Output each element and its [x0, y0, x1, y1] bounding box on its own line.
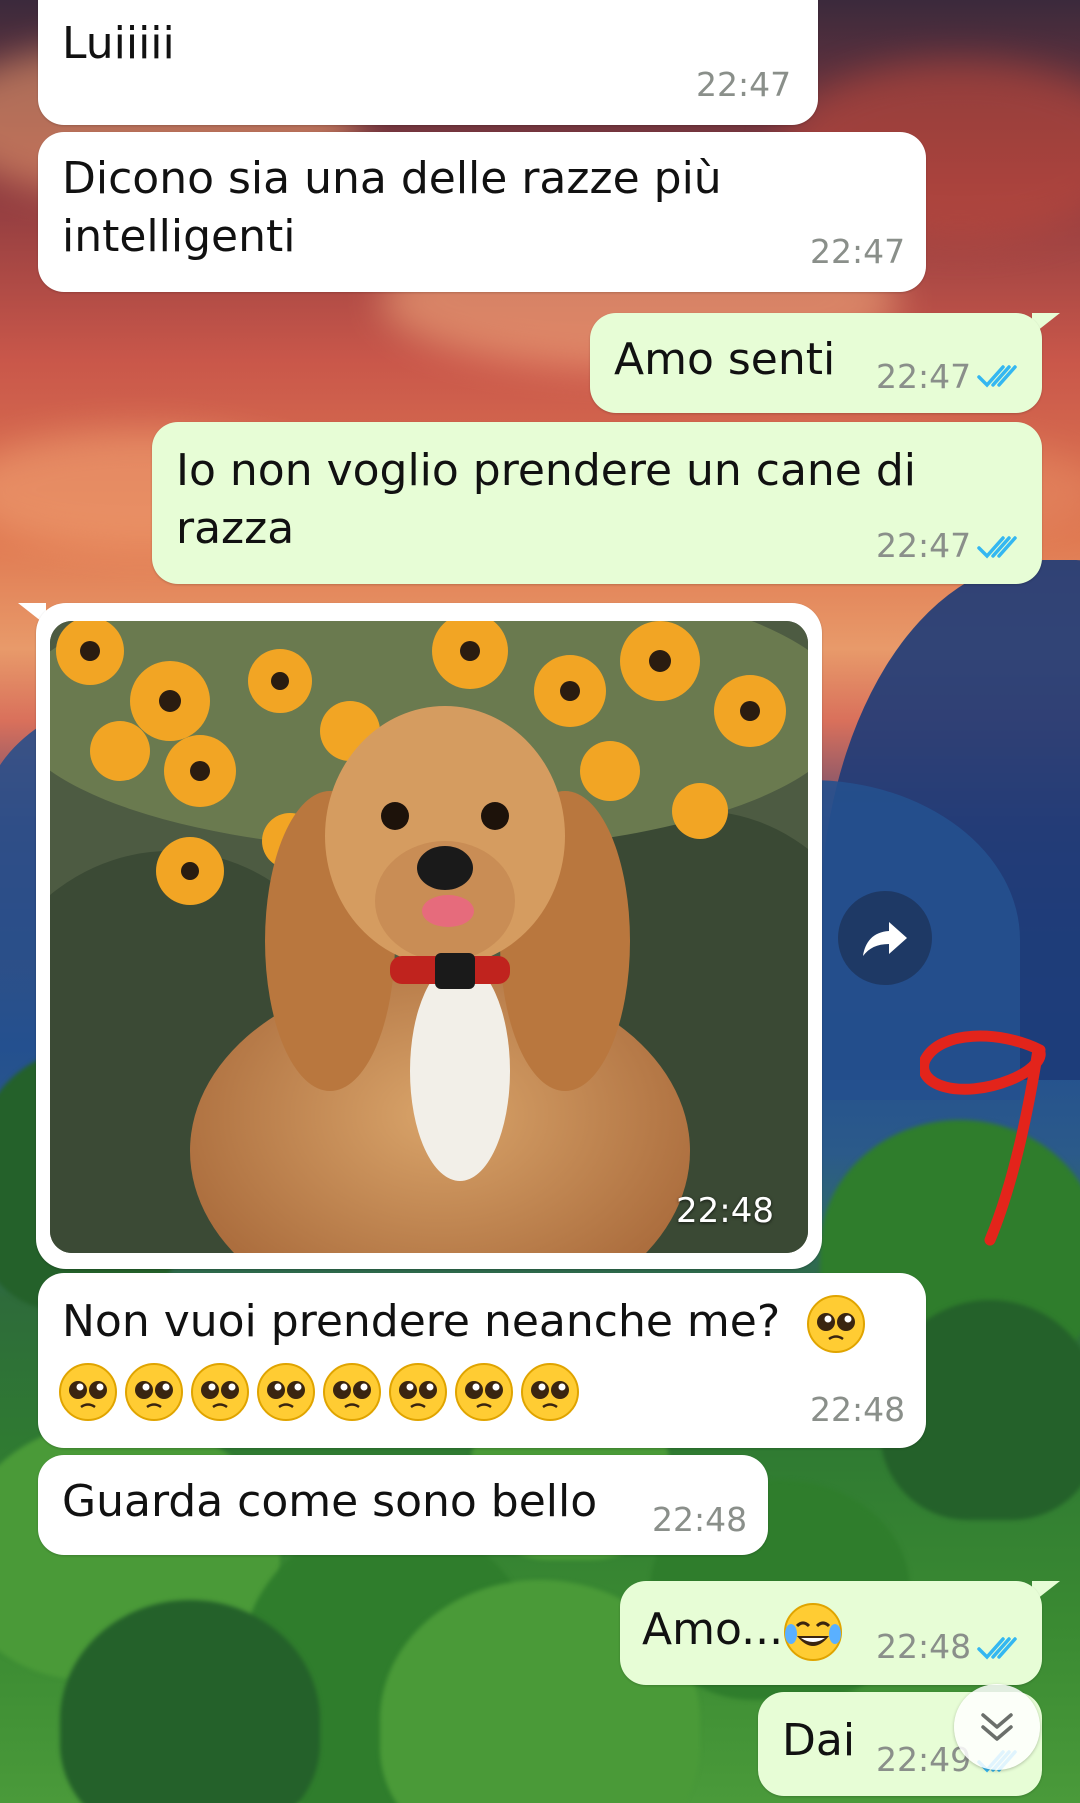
double-check-icon: [977, 365, 1017, 388]
image-message[interactable]: 22:48: [36, 603, 822, 1269]
message-text-content: Non vuoi prendere neanche me?: [62, 1296, 781, 1347]
message-timestamp: 22:47: [876, 526, 972, 565]
pleading-face-emoji: [389, 1363, 447, 1421]
double-check-icon: [977, 1637, 1017, 1660]
message-bubble-outgoing[interactable]: Amo... 22:48: [620, 1581, 1042, 1685]
message-bubble-incoming[interactable]: Luiiiii 22:47: [38, 0, 818, 125]
pleading-face-emoji: [455, 1363, 513, 1421]
message-text: Amo...: [642, 1601, 849, 1662]
dog-photo[interactable]: 22:48: [50, 621, 808, 1253]
message-timestamp: 22:49: [876, 1740, 972, 1779]
message-timestamp: 22:48: [652, 1500, 748, 1539]
message-text: Dicono sia una delle razze più: [62, 153, 722, 204]
message-bubble-outgoing[interactable]: Io non voglio prendere un cane di razza …: [152, 422, 1042, 584]
message-timestamp: 22:48: [810, 1390, 906, 1429]
message-text: Non vuoi prendere neanche me?: [62, 1293, 872, 1354]
message-text: intelligenti: [62, 211, 296, 262]
message-timestamp: 22:47: [696, 65, 792, 104]
message-timestamp: 22:47: [810, 232, 906, 271]
pleading-face-emoji: [807, 1295, 866, 1353]
forward-button[interactable]: [838, 891, 932, 985]
pleading-face-emoji: [191, 1363, 249, 1421]
message-timestamp: 22:48: [876, 1627, 972, 1666]
pleading-face-emoji: [125, 1363, 183, 1421]
pleading-face-emoji: [521, 1363, 579, 1421]
message-timestamp: 22:48: [676, 1191, 774, 1231]
pleading-face-emoji: [257, 1363, 315, 1421]
message-bubble-incoming[interactable]: Dicono sia una delle razze più intellige…: [38, 132, 926, 292]
annotation-nine: [920, 1030, 1046, 1246]
message-text: Luiiiii: [62, 18, 175, 69]
tears-of-joy-emoji: [784, 1603, 843, 1661]
message-text: Guarda come sono bello: [62, 1476, 598, 1527]
forward-arrow-icon: [863, 922, 907, 956]
message-timestamp: 22:47: [876, 357, 972, 396]
message-text: Io non voglio prendere un cane di: [176, 445, 917, 496]
scroll-to-bottom-button[interactable]: [954, 1684, 1040, 1770]
message-bubble-incoming[interactable]: Non vuoi prendere neanche me? 22:48: [38, 1273, 926, 1448]
message-text: razza: [176, 503, 295, 554]
message-bubble-incoming[interactable]: Guarda come sono bello 22:48: [38, 1455, 768, 1555]
double-check-icon: [977, 536, 1017, 559]
emoji-row: [58, 1361, 586, 1422]
double-chevron-down-icon: [981, 1713, 1013, 1741]
message-bubble-outgoing[interactable]: Amo senti 22:47: [590, 313, 1042, 413]
message-text: Amo senti: [614, 334, 836, 385]
dog-photo-illustration: [50, 621, 808, 1253]
pleading-face-emoji: [59, 1363, 117, 1421]
pleading-face-emoji: [323, 1363, 381, 1421]
message-text: Dai: [782, 1715, 856, 1766]
message-text-content: Amo...: [642, 1604, 784, 1655]
